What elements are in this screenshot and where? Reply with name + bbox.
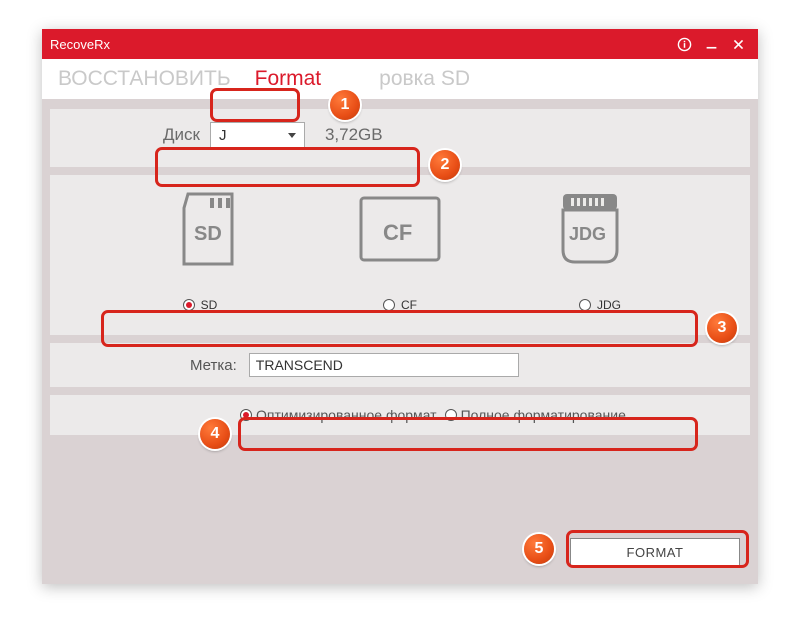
radio-optimized[interactable]: Оптимизированное формат	[240, 407, 437, 423]
svg-text:SD: SD	[194, 223, 222, 245]
radio-full[interactable]: Полное форматирование	[445, 407, 626, 423]
format-button-label: FORMAT	[627, 545, 684, 560]
disk-row: Диск J 3,72GB	[163, 122, 383, 148]
format-button[interactable]: FORMAT	[570, 538, 740, 566]
radio-optimized-label: Оптимизированное формат	[256, 407, 437, 423]
disk-selected-value: J	[219, 127, 227, 144]
tab-restore[interactable]: ВОССТАНОВИТЬ	[52, 65, 237, 93]
radio-icon	[579, 299, 591, 311]
titlebar: RecoveRx	[42, 29, 758, 59]
radio-icon	[183, 299, 195, 311]
close-button[interactable]	[727, 33, 750, 56]
tab-unlock[interactable]: ровка SD	[373, 65, 476, 93]
cardtype-card: SD CF JDG	[50, 175, 750, 335]
radio-cf-label: CF	[401, 298, 417, 312]
chevron-down-icon	[288, 133, 296, 138]
app-window: RecoveRx ВОССТАНОВИТЬ Format ровка SD Ди	[42, 29, 758, 584]
tab-format[interactable]: Format	[249, 65, 328, 93]
volume-value: TRANSCEND	[256, 357, 343, 373]
cf-card-icon: CF	[355, 190, 445, 273]
radio-sd[interactable]: SD	[100, 298, 300, 312]
sd-card-icon: SD	[174, 190, 246, 273]
jdg-card-icon: JDG	[553, 190, 627, 273]
radio-full-label: Полное форматирование	[461, 407, 626, 423]
header-tabs: ВОССТАНОВИТЬ Format ровка SD	[42, 59, 758, 99]
svg-text:JDG: JDG	[569, 224, 606, 244]
radio-icon	[383, 299, 395, 311]
radio-icon	[445, 409, 457, 421]
disk-label: Диск	[163, 125, 200, 145]
radio-jdg-label: JDG	[597, 298, 621, 312]
formattype-card: Оптимизированное формат Полное форматиро…	[50, 395, 750, 435]
volume-card: Метка: TRANSCEND	[50, 343, 750, 387]
minimize-button[interactable]	[700, 33, 723, 56]
volume-input[interactable]: TRANSCEND	[249, 353, 519, 377]
disk-select[interactable]: J	[210, 122, 305, 148]
radio-jdg[interactable]: JDG	[500, 298, 700, 312]
radio-icon	[240, 409, 252, 421]
svg-text:CF: CF	[383, 220, 412, 245]
content-area: Диск J 3,72GB SD	[42, 99, 758, 584]
disk-size: 3,72GB	[325, 125, 383, 145]
disk-card: Диск J 3,72GB	[50, 109, 750, 167]
radio-cf[interactable]: CF	[300, 298, 500, 312]
radio-sd-label: SD	[201, 298, 218, 312]
cardtype-radio-row: SD CF JDG	[100, 290, 700, 320]
app-title: RecoveRx	[50, 37, 110, 52]
volume-label: Метка:	[190, 357, 237, 374]
info-icon[interactable]	[673, 33, 696, 56]
